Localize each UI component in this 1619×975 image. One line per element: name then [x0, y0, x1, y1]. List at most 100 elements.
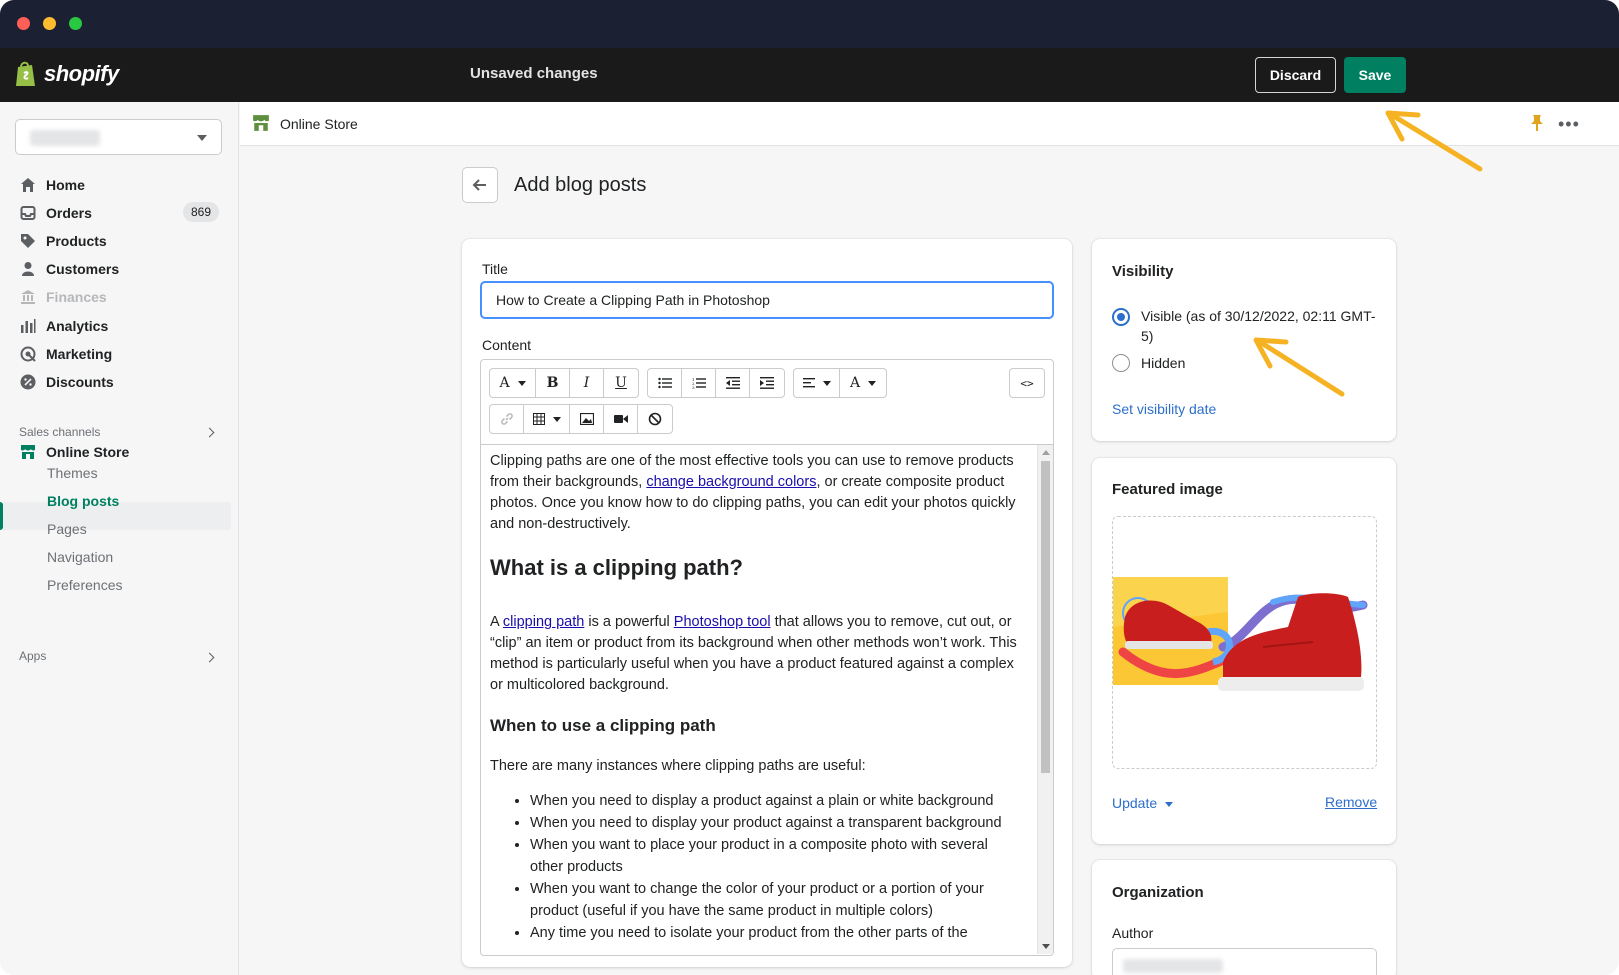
sales-channels-chevron-icon[interactable]	[204, 427, 215, 438]
post-editor-card: Title How to Create a Clipping Path in P…	[462, 239, 1072, 967]
sidebar-item-home[interactable]: Home	[20, 172, 85, 198]
sidebar-item-finances[interactable]: Finances	[20, 284, 107, 310]
store-icon	[20, 444, 36, 460]
breadcrumb[interactable]: Online Store	[280, 116, 358, 132]
sidebar-item-online-store[interactable]: Online Store	[20, 439, 129, 465]
featured-image-title: Featured image	[1112, 481, 1223, 498]
content-heading-3: When to use a clipping path	[490, 716, 716, 735]
sidebar-subitem-navigation[interactable]: Navigation	[47, 549, 113, 565]
numbered-list-icon[interactable]: 123	[682, 369, 716, 397]
sidebar-subitem-themes[interactable]: Themes	[47, 465, 98, 481]
hidden-radio[interactable]	[1112, 354, 1130, 372]
inline-link[interactable]: change background colors	[646, 474, 816, 490]
sidebar-item-customers[interactable]: Customers	[20, 256, 119, 282]
bulleted-list-icon[interactable]	[648, 369, 682, 397]
font-style-dropdown-icon[interactable]: A	[490, 369, 536, 397]
clear-formatting-icon[interactable]	[638, 405, 672, 433]
pin-icon[interactable]	[1530, 114, 1544, 137]
insert-group	[489, 404, 673, 434]
video-icon[interactable]	[604, 405, 638, 433]
target-icon	[20, 346, 36, 362]
back-button[interactable]	[462, 167, 498, 203]
apps-chevron-icon[interactable]	[204, 652, 215, 663]
italic-icon[interactable]: I	[570, 369, 604, 397]
underline-icon[interactable]: U	[604, 369, 638, 397]
sidebar-item-label: Orders	[46, 205, 92, 221]
store-selector[interactable]	[15, 119, 222, 155]
sidebar-item-label: Analytics	[46, 318, 109, 334]
list-item: When you need to display your product ag…	[530, 812, 1020, 834]
author-select[interactable]	[1112, 948, 1377, 975]
annotation-arrow-save	[1385, 110, 1483, 172]
sidebar-item-marketing[interactable]: Marketing	[20, 341, 112, 367]
inline-link[interactable]: clipping path	[503, 614, 584, 630]
annotation-arrow-visibility	[1253, 337, 1345, 397]
visibility-card: Visibility Visible (as of 30/12/2022, 02…	[1092, 239, 1396, 441]
close-window-button[interactable]	[17, 17, 30, 30]
align-color-group: A	[793, 368, 887, 398]
paragraph: A clipping path is a powerful Photoshop …	[490, 612, 1020, 696]
inline-link[interactable]: Photoshop tool	[674, 614, 771, 630]
list-item: When you want to place your product in a…	[530, 834, 1020, 878]
paragraph: There are many instances where clipping …	[490, 758, 866, 774]
window-titlebar	[0, 0, 1619, 48]
image-icon[interactable]	[570, 405, 604, 433]
content-heading-2: What is a clipping path?	[490, 555, 743, 580]
bold-icon[interactable]: B	[536, 369, 570, 397]
editor-scrollbar[interactable]	[1037, 445, 1053, 954]
remove-image-link[interactable]: Remove	[1325, 794, 1377, 810]
unsaved-changes-label: Unsaved changes	[470, 65, 598, 82]
sidebar-subitem-preferences[interactable]: Preferences	[47, 577, 122, 593]
sidebar-item-analytics[interactable]: Analytics	[20, 313, 108, 339]
orders-icon	[20, 205, 36, 221]
home-icon	[20, 177, 36, 193]
indent-icon[interactable]	[750, 369, 784, 397]
text-run: is a powerful	[584, 614, 674, 630]
shopify-bag-icon	[16, 61, 35, 86]
sidebar-item-label: Home	[46, 177, 85, 193]
sidebar-item-label: Customers	[46, 261, 120, 277]
maximize-window-button[interactable]	[69, 17, 82, 30]
save-button[interactable]: Save	[1344, 57, 1406, 93]
outdent-icon[interactable]	[716, 369, 750, 397]
sidebar-item-orders[interactable]: Orders	[20, 200, 92, 226]
scroll-down-icon[interactable]	[1042, 944, 1050, 949]
post-content[interactable]: Clipping paths are one of the most effec…	[490, 451, 1020, 944]
update-image-dropdown[interactable]: Update	[1112, 795, 1174, 811]
hidden-label: Hidden	[1141, 355, 1186, 371]
sidebar-subitem-pages[interactable]: Pages	[47, 521, 87, 537]
title-input[interactable]: How to Create a Clipping Path in Photosh…	[480, 281, 1054, 319]
sidebar-item-label: Products	[46, 233, 107, 249]
scroll-thumb[interactable]	[1041, 461, 1050, 773]
more-options-icon[interactable]: •••	[1558, 114, 1580, 135]
editor-content-area[interactable]: Clipping paths are one of the most effec…	[481, 444, 1053, 955]
discard-button[interactable]: Discard	[1255, 57, 1336, 93]
content-label: Content	[482, 337, 532, 353]
shopify-logo[interactable]: shopify	[14, 60, 119, 88]
sidebar-subitem-blog-posts[interactable]: Blog posts	[47, 493, 119, 509]
sidebar: Home Orders 869 Products Customers Finan	[0, 102, 239, 975]
paragraph: Clipping paths are one of the most effec…	[490, 451, 1020, 535]
featured-image-thumbnail	[1113, 577, 1368, 691]
apps-heading: Apps	[19, 649, 47, 663]
list-indent-group: 123	[647, 368, 785, 398]
sidebar-item-label: Discounts	[46, 374, 114, 390]
set-visibility-date-link[interactable]: Set visibility date	[1112, 401, 1216, 417]
visible-radio[interactable]	[1112, 308, 1130, 326]
sidebar-item-products[interactable]: Products	[20, 228, 107, 254]
discount-icon	[20, 374, 36, 390]
link-icon[interactable]	[490, 405, 524, 433]
align-dropdown-icon[interactable]	[794, 369, 840, 397]
sidebar-item-discounts[interactable]: Discounts	[20, 369, 114, 395]
editor-toolbar-row-2	[489, 404, 673, 434]
table-dropdown-icon[interactable]	[524, 405, 570, 433]
list-item: Any time you need to isolate your produc…	[530, 922, 1020, 944]
featured-image-dropzone[interactable]	[1112, 516, 1377, 769]
text-color-dropdown-icon[interactable]: A	[840, 369, 886, 397]
show-html-button[interactable]: <>	[1009, 368, 1045, 398]
minimize-window-button[interactable]	[43, 17, 56, 30]
person-icon	[20, 261, 36, 277]
scroll-up-icon[interactable]	[1042, 450, 1050, 455]
active-item-indicator	[0, 502, 3, 530]
orders-count-badge: 869	[183, 202, 219, 222]
